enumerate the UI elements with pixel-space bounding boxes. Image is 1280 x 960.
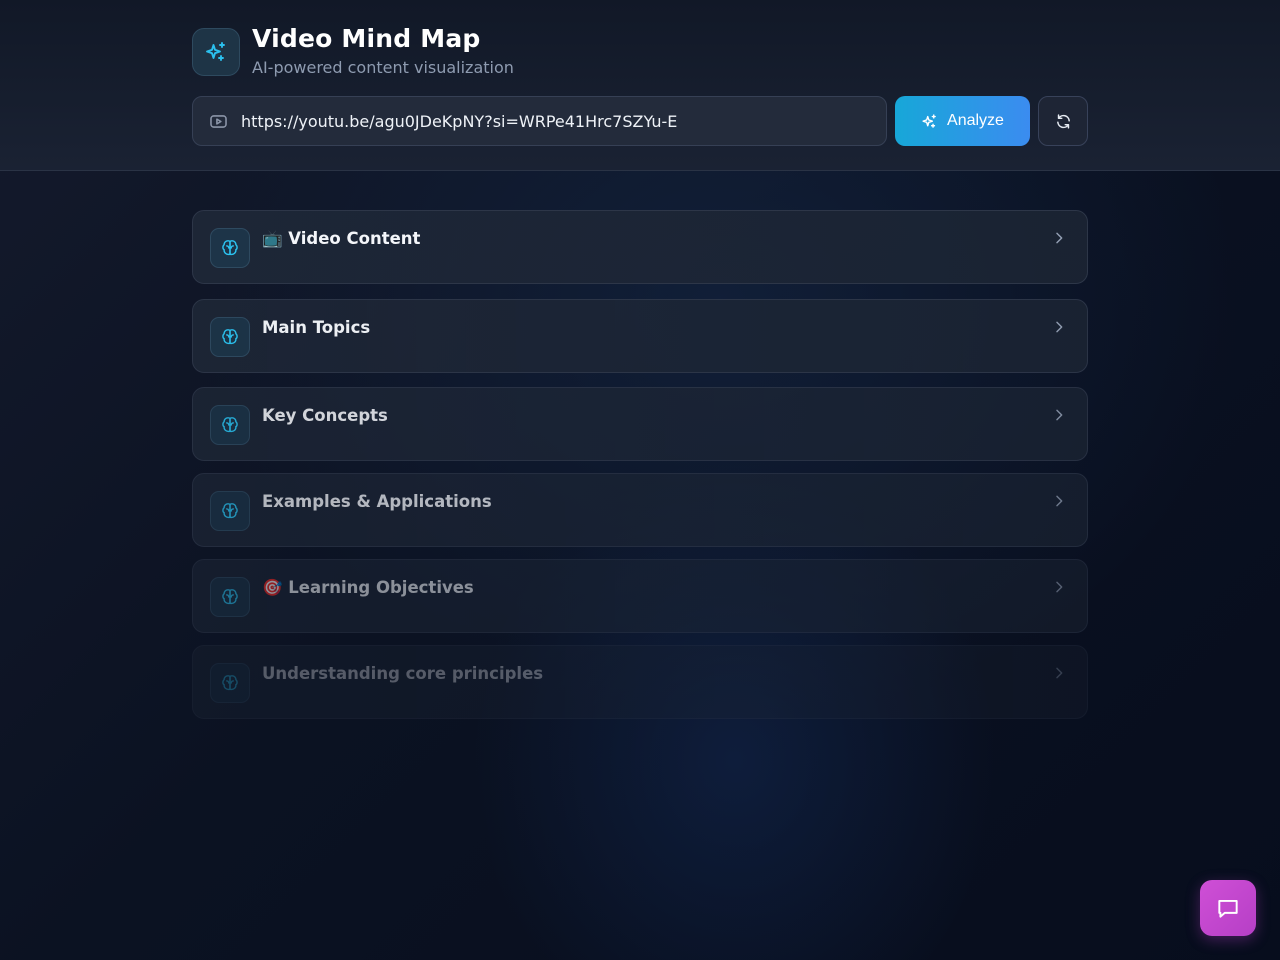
youtube-icon — [209, 112, 228, 131]
mind-map-node[interactable]: Understanding core principles — [192, 645, 1088, 719]
node-label: 🎯 Learning Objectives — [262, 578, 474, 597]
node-label: Main Topics — [262, 318, 371, 337]
node-label: 📺 Video Content — [262, 229, 421, 248]
video-url-field[interactable] — [192, 96, 887, 146]
app-logo — [192, 28, 240, 76]
mind-map-node[interactable]: Key Concepts — [192, 387, 1088, 461]
chevron-right-icon — [1056, 232, 1063, 244]
video-url-input[interactable] — [241, 111, 841, 131]
app-title: Video Mind Map — [252, 24, 481, 53]
chevron-right-icon — [1056, 495, 1063, 507]
refresh-icon — [1056, 113, 1070, 129]
chevron-right-icon — [1056, 581, 1063, 593]
refresh-button[interactable] — [1038, 96, 1088, 146]
sparkles-icon — [206, 42, 225, 61]
brain-icon — [210, 577, 250, 617]
chevron-right-icon — [1056, 667, 1063, 679]
app-header: Video Mind Map AI-powered content visual… — [0, 0, 1280, 171]
sparkles-icon — [922, 113, 936, 128]
mind-map-node[interactable]: Main Topics — [192, 299, 1088, 373]
chevron-right-icon — [1056, 409, 1063, 421]
app-subtitle: AI-powered content visualization — [252, 58, 514, 77]
analyze-button-label: Analyze — [947, 112, 1004, 129]
chat-button[interactable] — [1200, 880, 1256, 936]
analyze-button[interactable]: Analyze — [895, 96, 1030, 146]
brain-icon — [210, 317, 250, 357]
brain-icon — [210, 405, 250, 445]
chat-icon — [1218, 899, 1238, 918]
brain-icon — [210, 663, 250, 703]
brain-icon — [210, 228, 250, 268]
node-label: Understanding core principles — [262, 664, 544, 683]
mind-map-node[interactable]: Examples & Applications — [192, 473, 1088, 547]
mind-map-node[interactable]: 🎯 Learning Objectives — [192, 559, 1088, 633]
mind-map-node[interactable]: 📺 Video Content — [192, 210, 1088, 284]
node-label: Key Concepts — [262, 406, 388, 425]
chevron-right-icon — [1056, 321, 1063, 333]
brain-icon — [210, 491, 250, 531]
node-label: Examples & Applications — [262, 492, 492, 511]
